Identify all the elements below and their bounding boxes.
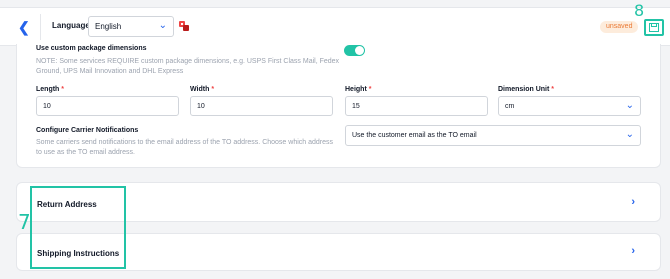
- annotation-8: 8: [634, 1, 645, 20]
- note-line: Some carriers send notifications to the …: [36, 139, 334, 146]
- height-label: Height *: [345, 86, 371, 93]
- translate-icon[interactable]: [179, 21, 189, 31]
- chevron-down-icon: ⌄: [158, 20, 167, 31]
- required-mark: *: [211, 86, 215, 93]
- height-input[interactable]: 15: [345, 96, 488, 116]
- chevron-down-icon: ⌄: [625, 129, 634, 140]
- top-strip: [0, 0, 670, 8]
- note-line: Ground, UPS Mail Innovation and DHL Expr…: [36, 68, 184, 75]
- annotation-7: 7: [18, 210, 31, 234]
- language-label: Language: [52, 21, 90, 30]
- width-input[interactable]: 10: [190, 96, 333, 116]
- height-value: 15: [352, 103, 360, 110]
- dimension-unit-label-text: Dimension Unit: [498, 86, 550, 93]
- dimension-unit-value: cm: [505, 103, 515, 110]
- width-label: Width *: [190, 86, 214, 93]
- width-value: 10: [197, 103, 205, 110]
- language-select[interactable]: English ⌄: [88, 16, 174, 37]
- note-line: NOTE: Some services REQUIRE custom packa…: [36, 58, 340, 65]
- custom-package-toggle[interactable]: [344, 45, 365, 56]
- length-label: Length *: [36, 86, 64, 93]
- highlight-box: [30, 186, 126, 269]
- language-value: English: [95, 22, 122, 31]
- required-mark: *: [551, 86, 555, 93]
- length-label-text: Length: [36, 86, 60, 93]
- carrier-notifications-select[interactable]: Use the customer email as the TO email ⌄: [345, 125, 641, 146]
- chevron-down-icon: ⌄: [625, 100, 634, 111]
- save-icon: [649, 23, 659, 32]
- required-mark: *: [61, 86, 65, 93]
- save-button[interactable]: [644, 19, 664, 36]
- note-line: to use as the TO email address.: [36, 149, 135, 156]
- unsaved-badge: unsaved: [600, 21, 639, 33]
- carrier-notifications-note: Some carriers send notifications to the …: [36, 138, 333, 158]
- dimension-unit-select[interactable]: cm ⌄: [498, 96, 641, 116]
- chevron-right-icon: ›: [631, 196, 635, 208]
- dimension-unit-label: Dimension Unit *: [498, 86, 554, 93]
- chevron-right-icon: ›: [631, 245, 635, 257]
- required-mark: *: [368, 86, 372, 93]
- carrier-notifications-value: Use the customer email as the TO email: [352, 132, 477, 139]
- custom-package-title: Use custom package dimensions: [36, 45, 147, 52]
- back-icon[interactable]: ❮: [18, 20, 32, 34]
- height-label-text: Height: [345, 86, 367, 93]
- custom-package-note: NOTE: Some services REQUIRE custom packa…: [36, 57, 339, 77]
- width-label-text: Width: [190, 86, 210, 93]
- length-value: 10: [43, 103, 51, 110]
- divider: [40, 14, 41, 40]
- length-input[interactable]: 10: [36, 96, 179, 116]
- carrier-notifications-title: Configure Carrier Notifications: [36, 127, 139, 134]
